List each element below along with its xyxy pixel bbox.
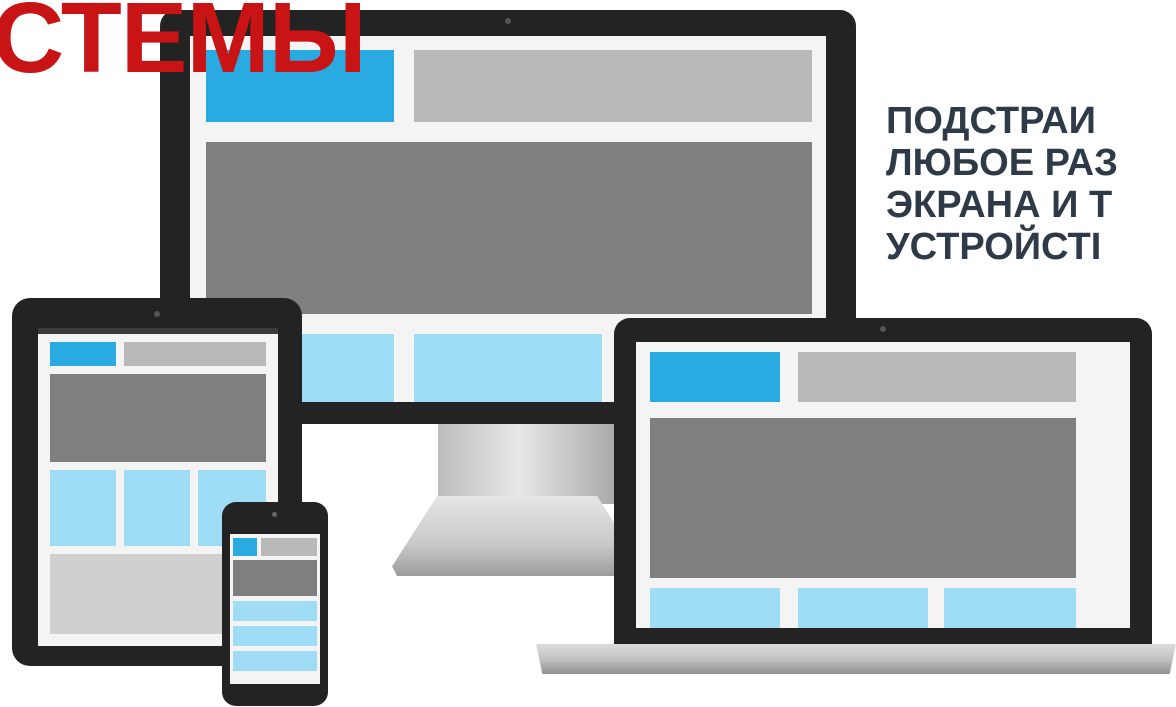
phone-card-block [233, 601, 317, 621]
tablet-camera-icon [154, 311, 160, 317]
laptop-base [536, 644, 1176, 674]
phone-card-block [233, 651, 317, 671]
monitor-hero-block [206, 142, 812, 314]
tablet-logo-block [50, 342, 116, 366]
tablet-card-block [50, 470, 116, 546]
tagline: ПОДСТРАИ ЛЮБОЕ РАЗ ЭКРАНА И Т УСТРОЙСТІ [886, 100, 1118, 268]
tagline-line: ПОДСТРАИ [886, 100, 1096, 142]
laptop-camera-icon [880, 326, 886, 332]
laptop-nav-block [798, 352, 1076, 402]
laptop-card-block [944, 588, 1076, 628]
tablet-hero-block [50, 374, 266, 462]
phone-logo-block [233, 538, 257, 556]
phone-screen [230, 534, 320, 684]
tagline-line: ЛЮБОЕ РАЗ [886, 142, 1118, 184]
smartphone [222, 502, 328, 706]
laptop-card-block [798, 588, 928, 628]
phone-nav-block [261, 538, 317, 556]
phone-hero-block [233, 560, 317, 596]
phone-camera-icon [272, 512, 277, 517]
tagline-line: УСТРОЙСТІ [886, 226, 1102, 268]
laptop-screen [636, 342, 1130, 628]
tagline-line: ЭКРАНА И Т [886, 184, 1113, 226]
monitor-nav-block [414, 50, 812, 122]
laptop [536, 318, 1176, 678]
tablet-nav-block [124, 342, 266, 366]
tablet-card-block [124, 470, 190, 546]
page-title: СТЕМЫ [0, 0, 367, 94]
laptop-logo-block [650, 352, 780, 402]
laptop-card-block [650, 588, 780, 628]
tablet-status-bar [38, 328, 278, 334]
laptop-hero-block [650, 418, 1076, 578]
phone-card-block [233, 626, 317, 646]
monitor-camera-icon [505, 18, 511, 24]
